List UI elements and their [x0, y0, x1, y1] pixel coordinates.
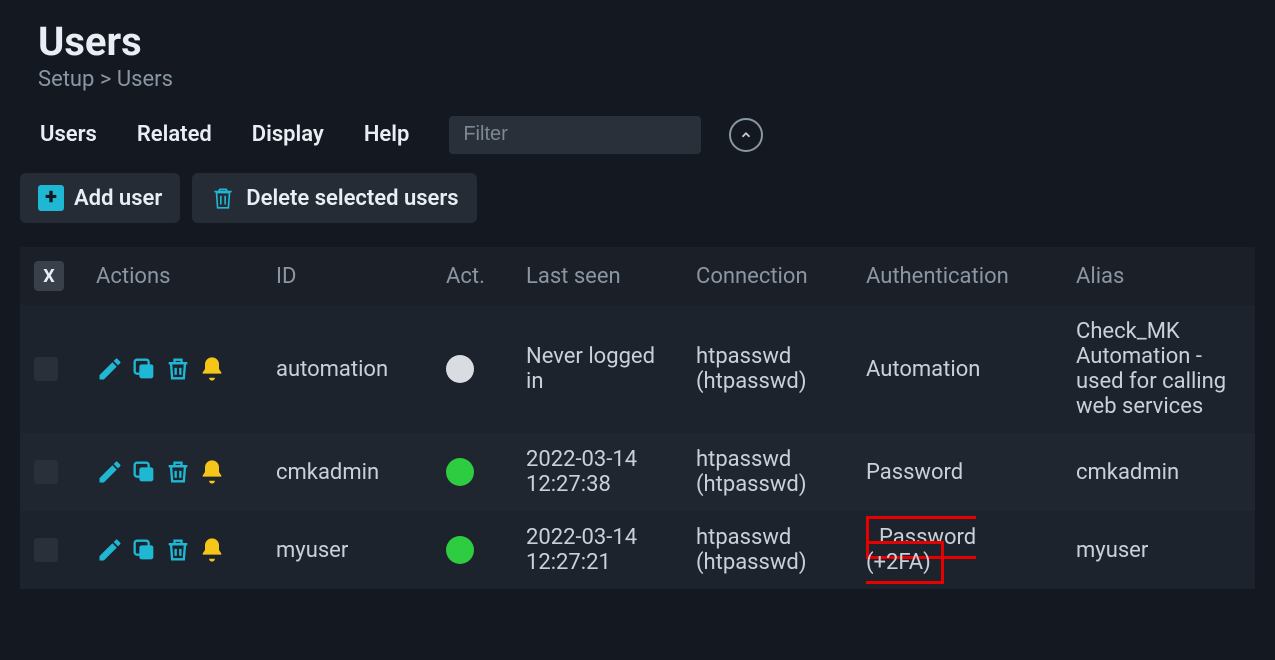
cell-act	[434, 433, 514, 511]
row-actions	[96, 536, 252, 564]
users-table: X Actions ID Act. Last seen Connection A…	[20, 247, 1255, 589]
edit-icon[interactable]	[96, 355, 124, 383]
cell-id: cmkadmin	[264, 433, 434, 511]
page-title: Users	[38, 18, 1255, 65]
edit-icon[interactable]	[96, 536, 124, 564]
delete-icon[interactable]	[164, 536, 192, 564]
cell-connection: htpasswd (htpasswd)	[684, 305, 854, 433]
header-act: Act.	[434, 247, 514, 305]
collapse-button[interactable]	[729, 118, 763, 152]
cell-connection: htpasswd (htpasswd)	[684, 511, 854, 589]
menu-display[interactable]: Display	[232, 114, 344, 155]
filter-input[interactable]	[463, 123, 728, 146]
header-authentication: Authentication	[854, 247, 1064, 305]
cell-last-seen: 2022-03-14 12:27:38	[514, 433, 684, 511]
chevron-up-icon	[739, 128, 753, 142]
cell-authentication: Password	[854, 433, 1064, 511]
header-last-seen: Last seen	[514, 247, 684, 305]
edit-icon[interactable]	[96, 458, 124, 486]
copy-icon[interactable]	[130, 458, 158, 486]
table-row: cmkadmin 2022-03-14 12:27:38htpasswd (htp…	[20, 433, 1255, 511]
bell-icon[interactable]	[198, 458, 226, 486]
status-dot	[446, 458, 474, 486]
header-id: ID	[264, 247, 434, 305]
cell-last-seen: Never logged in	[514, 305, 684, 433]
trash-icon	[210, 185, 236, 211]
cell-alias: Check_MK Automation - used for calling w…	[1064, 305, 1255, 433]
cell-authentication: Automation	[854, 305, 1064, 433]
authentication-highlight: Password (+2FA)	[866, 516, 976, 584]
bell-icon[interactable]	[198, 355, 226, 383]
delete-users-button[interactable]: Delete selected users	[192, 173, 476, 223]
cell-act	[434, 305, 514, 433]
delete-icon[interactable]	[164, 458, 192, 486]
select-all-checkbox[interactable]: X	[34, 261, 64, 291]
add-user-button[interactable]: + Add user	[20, 173, 180, 223]
row-checkbox[interactable]	[34, 460, 58, 484]
delete-icon[interactable]	[164, 355, 192, 383]
copy-icon[interactable]	[130, 355, 158, 383]
header-connection: Connection	[684, 247, 854, 305]
cell-act	[434, 511, 514, 589]
status-dot	[446, 536, 474, 564]
cell-id: automation	[264, 305, 434, 433]
add-user-label: Add user	[74, 186, 162, 211]
plus-icon: +	[38, 185, 64, 211]
menu-help[interactable]: Help	[344, 114, 430, 155]
copy-icon[interactable]	[130, 536, 158, 564]
cell-alias: myuser	[1064, 511, 1255, 589]
cell-alias: cmkadmin	[1064, 433, 1255, 511]
action-bar: + Add user Delete selected users	[20, 173, 1255, 223]
header-actions: Actions	[84, 247, 264, 305]
menubar: Users Related Display Help	[20, 114, 1255, 155]
table-row: automation Never logged inhtpasswd (htpas…	[20, 305, 1255, 433]
delete-users-label: Delete selected users	[246, 186, 458, 211]
cell-last-seen: 2022-03-14 12:27:21	[514, 511, 684, 589]
header-alias: Alias	[1064, 247, 1255, 305]
status-dot	[446, 355, 474, 383]
filter-box	[449, 116, 701, 154]
table-row: myuser 2022-03-14 12:27:21htpasswd (htpas…	[20, 511, 1255, 589]
cell-id: myuser	[264, 511, 434, 589]
cell-authentication: Password (+2FA)	[854, 511, 1064, 589]
cell-connection: htpasswd (htpasswd)	[684, 433, 854, 511]
row-actions	[96, 458, 252, 486]
menu-related[interactable]: Related	[117, 114, 232, 155]
row-actions	[96, 355, 252, 383]
row-checkbox[interactable]	[34, 357, 58, 381]
menu-users[interactable]: Users	[20, 114, 117, 155]
breadcrumb: Setup > Users	[38, 67, 1255, 92]
bell-icon[interactable]	[198, 536, 226, 564]
row-checkbox[interactable]	[34, 538, 58, 562]
